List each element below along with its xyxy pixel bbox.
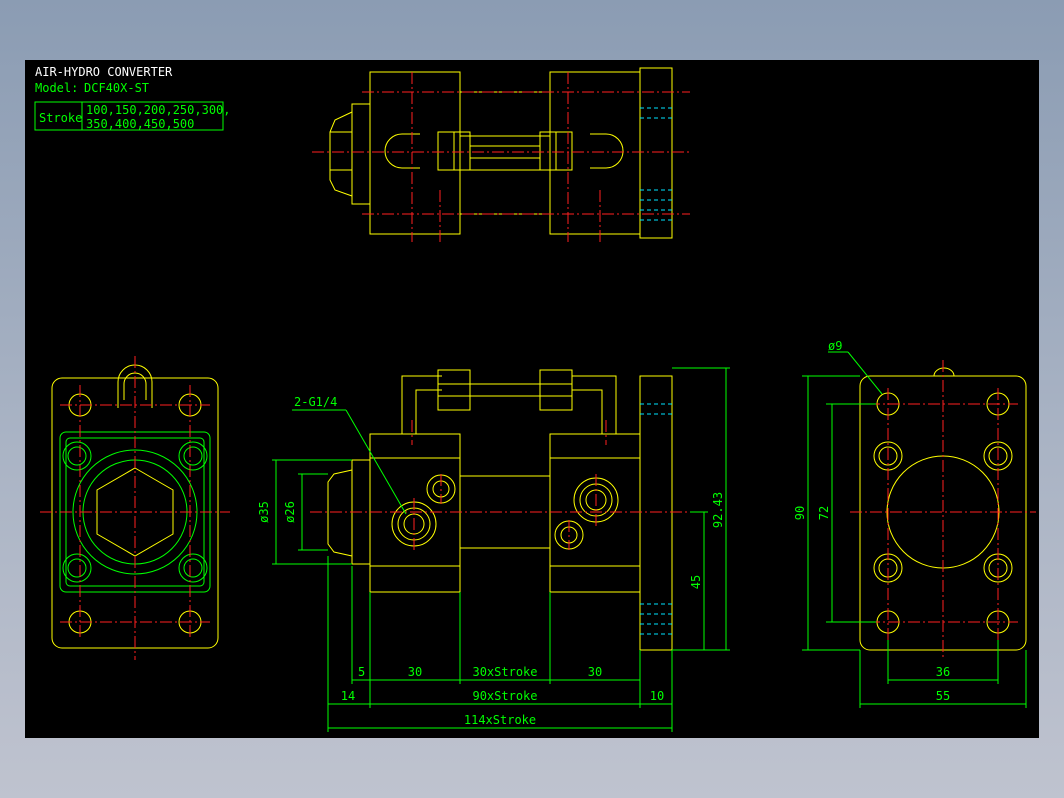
left-end-view xyxy=(40,356,230,660)
front-dimensions: 2-G1/4 ø35 ø26 92.43 45 5 30 30xStroke 3… xyxy=(257,367,730,732)
dim-92-43: 92.43 xyxy=(711,492,725,528)
model-value: DCF40X-ST xyxy=(84,81,149,95)
dim-55: 55 xyxy=(936,689,950,703)
title-block: AIR-HYDRO CONVERTER Model: DCF40X-ST Str… xyxy=(34,65,231,131)
dim-114-stroke: 114xStroke xyxy=(464,713,536,727)
dim-45: 45 xyxy=(689,575,703,589)
dim-d35: ø35 xyxy=(257,501,271,523)
dim-72: 72 xyxy=(817,506,831,520)
drawing-title: AIR-HYDRO CONVERTER xyxy=(35,65,173,79)
dim-14: 14 xyxy=(341,689,355,703)
front-view xyxy=(310,369,700,651)
hole-callout: ø9 xyxy=(828,339,842,353)
stroke-values-2: 350,400,450,500 xyxy=(86,117,194,131)
dim-90: 90 xyxy=(793,506,807,520)
dim-5: 5 xyxy=(358,665,365,679)
dim-90-stroke: 90xStroke xyxy=(472,689,537,703)
right-dimensions: ø9 90 72 36 55 xyxy=(793,339,1027,708)
port-callout: 2-G1/4 xyxy=(294,395,337,409)
dim-30b: 30 xyxy=(588,665,602,679)
dim-36: 36 xyxy=(936,665,950,679)
stroke-label: Stroke xyxy=(39,111,82,125)
dim-30-stroke: 30xStroke xyxy=(472,665,537,679)
model-label: Model: xyxy=(35,81,78,95)
right-flange-view xyxy=(850,360,1036,660)
cad-drawing: AIR-HYDRO CONVERTER Model: DCF40X-ST Str… xyxy=(34,65,1036,732)
stroke-values-1: 100,150,200,250,300, xyxy=(86,103,231,117)
dim-10: 10 xyxy=(650,689,664,703)
top-view xyxy=(312,67,690,242)
dim-d26: ø26 xyxy=(283,501,297,523)
drawing-canvas: AIR-HYDRO CONVERTER Model: DCF40X-ST Str… xyxy=(25,60,1039,738)
dim-30a: 30 xyxy=(408,665,422,679)
